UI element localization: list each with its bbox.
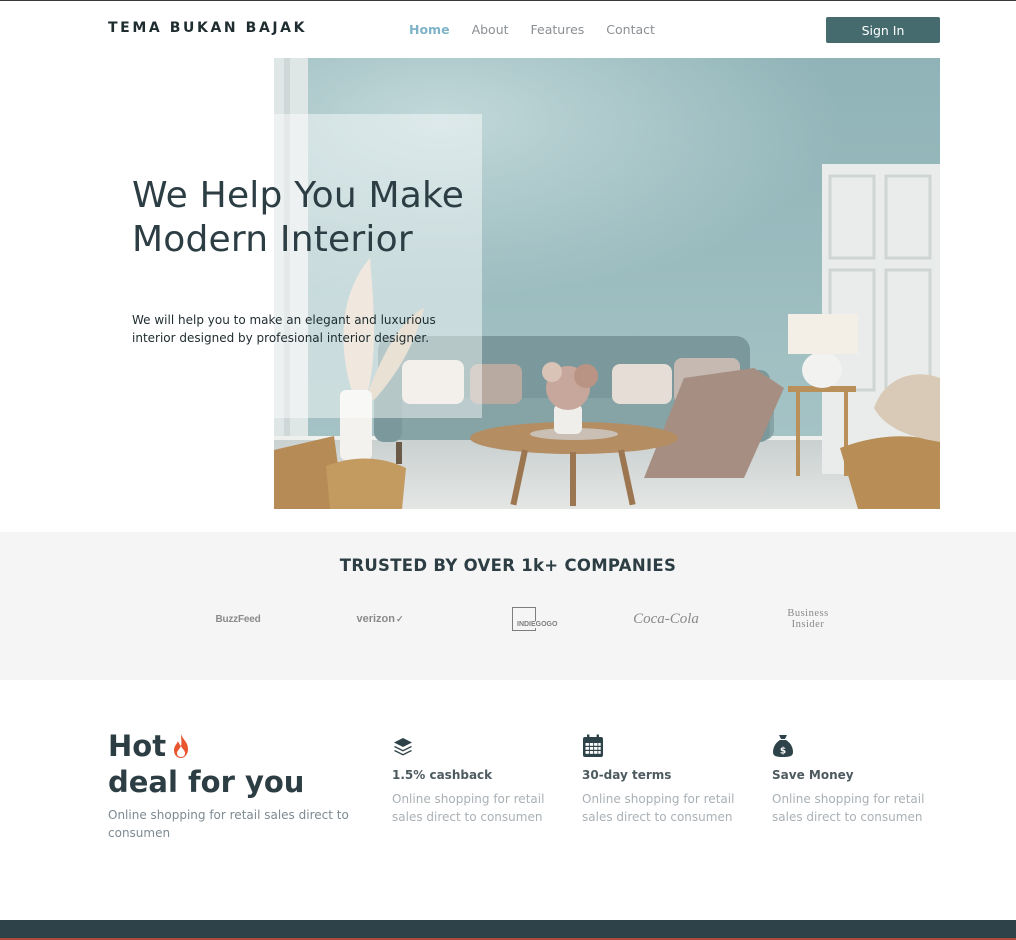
hot-deal-title-line2: deal for you <box>108 765 305 799</box>
logo-buzzfeed: BuzzFeed <box>215 613 261 625</box>
hot-deal-subtitle: Online shopping for retail sales direct … <box>108 808 349 840</box>
feature-description: Online shopping for retail sales direct … <box>772 792 925 824</box>
nav-features[interactable]: Features <box>531 22 585 37</box>
layers-icon <box>394 738 412 756</box>
hero-title: We Help You Make Modern Interior <box>132 175 465 260</box>
money-bag-icon: $ <box>773 735 793 757</box>
feature-terms: 30-day terms Online shopping for retail … <box>582 734 752 826</box>
hot-deal-title: Hot deal for you <box>108 728 368 800</box>
feature-description: Online shopping for retail sales direct … <box>392 792 545 824</box>
hero-overlay-panel <box>274 114 482 418</box>
footer-bar <box>0 920 1016 940</box>
feature-title: Save Money <box>772 768 854 782</box>
calendar-icon <box>583 734 603 757</box>
nav-home[interactable]: Home <box>409 22 450 37</box>
logo-coca-cola: Coca-Cola <box>633 610 699 627</box>
svg-text:$: $ <box>780 747 786 757</box>
logo-business-insider: Business Insider <box>787 608 829 630</box>
trusted-title: TRUSTED BY OVER 1k+ COMPANIES <box>339 556 677 575</box>
trusted-section: TRUSTED BY OVER 1k+ COMPANIES BuzzFeed v… <box>0 532 1016 680</box>
top-border <box>0 0 1016 1</box>
indiegogo-box-icon: INDIEGOGO <box>512 607 559 631</box>
indiegogo-wordmark: INDIEGOGO <box>517 621 559 628</box>
sign-in-button[interactable]: Sign In <box>826 17 940 43</box>
feature-title: 1.5% cashback <box>392 768 493 782</box>
feature-save-money: $ Save Money Online shopping for retail … <box>772 734 942 826</box>
nav-about[interactable]: About <box>472 22 509 37</box>
brand-logo[interactable]: TEMA BUKAN BAJAK <box>108 20 307 36</box>
feature-title: 30-day terms <box>582 768 672 782</box>
verizon-wordmark: verizon <box>356 613 395 625</box>
main-nav: Home About Features Contact <box>409 22 677 37</box>
hero-subtitle: We will help you to make an elegant and … <box>132 313 436 345</box>
feature-description: Online shopping for retail sales direct … <box>582 792 735 824</box>
logo-verizon: verizon ✓ <box>342 602 418 636</box>
feature-cashback: 1.5% cashback Online shopping for retail… <box>392 734 562 826</box>
logo-indiegogo: INDIEGOGO <box>496 602 559 636</box>
hot-deal-title-line1: Hot <box>108 729 167 763</box>
nav-contact[interactable]: Contact <box>606 22 655 37</box>
verizon-check-icon: ✓ <box>395 613 404 624</box>
fire-icon <box>174 734 189 758</box>
